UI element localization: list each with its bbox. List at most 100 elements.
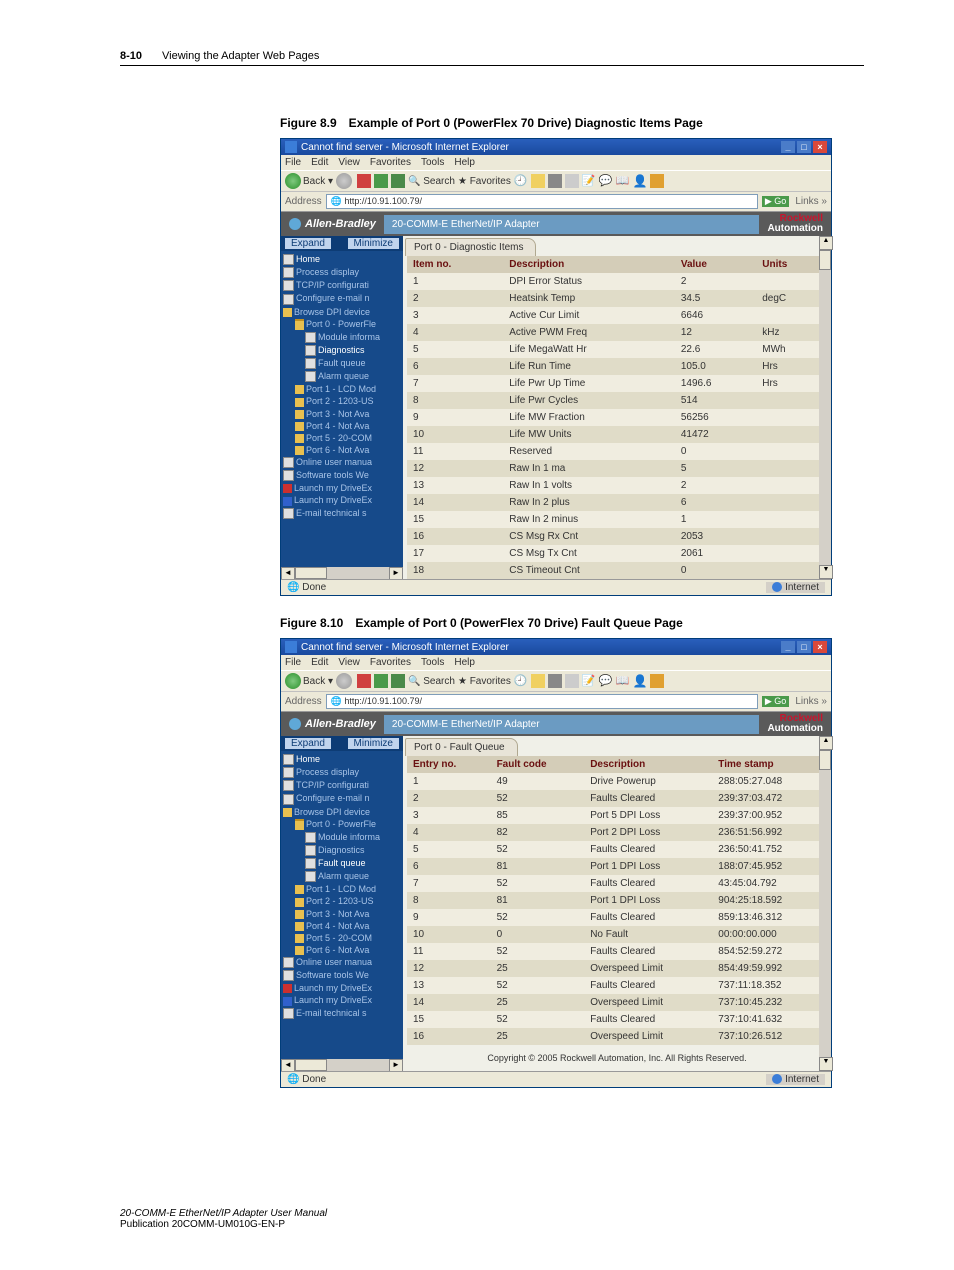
nav-item[interactable]: Launch my DriveEx xyxy=(283,994,403,1006)
address-input[interactable]: 🌐 http://10.91.100.79/ xyxy=(326,694,758,709)
nav-item[interactable]: Browse DPI device xyxy=(283,806,403,818)
nav-item[interactable]: Fault queue xyxy=(283,857,403,870)
nav-item[interactable]: Fault queue xyxy=(283,357,403,370)
content-tab[interactable]: Port 0 - Fault Queue xyxy=(405,738,518,756)
stop-icon[interactable] xyxy=(357,174,371,188)
favorites-button[interactable]: ★ Favorites xyxy=(458,676,511,687)
nav-item[interactable]: Home xyxy=(283,753,403,766)
messenger-icon[interactable]: 👤 xyxy=(633,174,647,188)
history-icon[interactable]: 🕘 xyxy=(514,174,528,188)
nav-scrollbar[interactable]: ◄► xyxy=(281,567,403,579)
nav-item[interactable]: Port 3 - Not Ava xyxy=(283,408,403,420)
nav-item[interactable]: Port 5 - 20-COM xyxy=(283,432,403,444)
menu-item[interactable]: Tools xyxy=(421,657,444,668)
maximize-button[interactable]: □ xyxy=(797,641,811,653)
mail-icon[interactable] xyxy=(565,174,579,188)
maximize-button[interactable]: □ xyxy=(797,141,811,153)
search-button[interactable]: 🔍 Search xyxy=(408,676,455,687)
menu-item[interactable]: Tools xyxy=(421,157,444,168)
nav-item[interactable]: Port 5 - 20-COM xyxy=(283,932,403,944)
nav-item[interactable]: Diagnostics xyxy=(283,344,403,357)
nav-item[interactable]: Module informa xyxy=(283,831,403,844)
menu-item[interactable]: Help xyxy=(454,657,475,668)
stop-icon[interactable] xyxy=(357,674,371,688)
refresh-icon[interactable] xyxy=(374,174,388,188)
go-button[interactable]: ▶ Go xyxy=(762,696,789,707)
nav-item[interactable]: Software tools We xyxy=(283,969,403,982)
content-tab[interactable]: Port 0 - Diagnostic Items xyxy=(405,238,536,256)
discuss-icon[interactable]: 💬 xyxy=(599,674,613,688)
nav-item[interactable]: Configure e-mail n xyxy=(283,792,403,805)
nav-item[interactable]: TCP/IP configurati xyxy=(283,779,403,792)
minimize-button[interactable]: _ xyxy=(781,641,795,653)
menu-item[interactable]: File xyxy=(285,157,301,168)
search-button[interactable]: 🔍 Search xyxy=(408,176,455,187)
edit-icon[interactable]: 📝 xyxy=(582,174,596,188)
nav-item[interactable]: Port 2 - 1203-US xyxy=(283,895,403,907)
minimize-button[interactable]: _ xyxy=(781,141,795,153)
nav-item[interactable]: E-mail technical s xyxy=(283,507,403,520)
menu-item[interactable]: Favorites xyxy=(370,157,411,168)
menu-item[interactable]: File xyxy=(285,657,301,668)
favorites-button[interactable]: ★ Favorites xyxy=(458,176,511,187)
nav-item[interactable]: Alarm queue xyxy=(283,370,403,383)
nav-item[interactable]: E-mail technical s xyxy=(283,1007,403,1020)
expand-button[interactable]: Expand xyxy=(285,738,331,749)
gear-icon[interactable] xyxy=(650,174,664,188)
links-label[interactable]: Links » xyxy=(795,696,827,707)
nav-item[interactable]: Home xyxy=(283,253,403,266)
menu-item[interactable]: Help xyxy=(454,157,475,168)
nav-item[interactable]: Online user manua xyxy=(283,956,403,969)
nav-item[interactable]: Software tools We xyxy=(283,469,403,482)
research-icon[interactable]: 📖 xyxy=(616,174,630,188)
nav-item[interactable]: Port 2 - 1203-US xyxy=(283,395,403,407)
nav-item[interactable]: Port 1 - LCD Mod xyxy=(283,883,403,895)
nav-item[interactable]: Port 4 - Not Ava xyxy=(283,420,403,432)
nav-item[interactable]: Port 0 - PowerFle xyxy=(283,818,403,831)
nav-scrollbar[interactable]: ◄► xyxy=(281,1059,403,1071)
nav-item[interactable]: Browse DPI device xyxy=(283,306,403,318)
minimize-button[interactable]: Minimize xyxy=(348,738,399,749)
nav-item[interactable]: Module informa xyxy=(283,331,403,344)
gear-icon[interactable] xyxy=(650,674,664,688)
nav-item[interactable]: Online user manua xyxy=(283,456,403,469)
close-button[interactable]: × xyxy=(813,141,827,153)
close-button[interactable]: × xyxy=(813,641,827,653)
home-icon[interactable] xyxy=(391,174,405,188)
vertical-scrollbar[interactable]: ▲▼ xyxy=(819,736,831,1071)
nav-item[interactable]: Diagnostics xyxy=(283,844,403,857)
address-input[interactable]: 🌐 http://10.91.100.79/ xyxy=(326,194,758,209)
links-label[interactable]: Links » xyxy=(795,196,827,207)
nav-item[interactable]: Configure e-mail n xyxy=(283,292,403,305)
nav-item[interactable]: Port 6 - Not Ava xyxy=(283,444,403,456)
discuss-icon[interactable]: 💬 xyxy=(599,174,613,188)
print-icon[interactable] xyxy=(548,174,562,188)
messenger-icon[interactable]: 👤 xyxy=(633,674,647,688)
edit-icon[interactable]: 📝 xyxy=(582,674,596,688)
folder-icon[interactable] xyxy=(531,674,545,688)
folder-icon[interactable] xyxy=(531,174,545,188)
nav-item[interactable]: TCP/IP configurati xyxy=(283,279,403,292)
print-icon[interactable] xyxy=(548,674,562,688)
menu-item[interactable]: Edit xyxy=(311,657,328,668)
back-button[interactable]: Back ▾ xyxy=(285,673,333,689)
menu-item[interactable]: View xyxy=(338,157,360,168)
back-button[interactable]: Back ▾ xyxy=(285,173,333,189)
nav-item[interactable]: Port 1 - LCD Mod xyxy=(283,383,403,395)
nav-item[interactable]: Process display xyxy=(283,766,403,779)
refresh-icon[interactable] xyxy=(374,674,388,688)
nav-item[interactable]: Port 0 - PowerFle xyxy=(283,318,403,331)
menu-item[interactable]: Favorites xyxy=(370,657,411,668)
nav-item[interactable]: Alarm queue xyxy=(283,870,403,883)
vertical-scrollbar[interactable]: ▲▼ xyxy=(819,236,831,579)
forward-button[interactable] xyxy=(336,173,352,189)
go-button[interactable]: ▶ Go xyxy=(762,196,789,207)
mail-icon[interactable] xyxy=(565,674,579,688)
minimize-button[interactable]: Minimize xyxy=(348,238,399,249)
expand-button[interactable]: Expand xyxy=(285,238,331,249)
nav-item[interactable]: Port 3 - Not Ava xyxy=(283,908,403,920)
nav-item[interactable]: Port 4 - Not Ava xyxy=(283,920,403,932)
nav-item[interactable]: Launch my DriveEx xyxy=(283,982,403,994)
forward-button[interactable] xyxy=(336,673,352,689)
nav-item[interactable]: Launch my DriveEx xyxy=(283,482,403,494)
